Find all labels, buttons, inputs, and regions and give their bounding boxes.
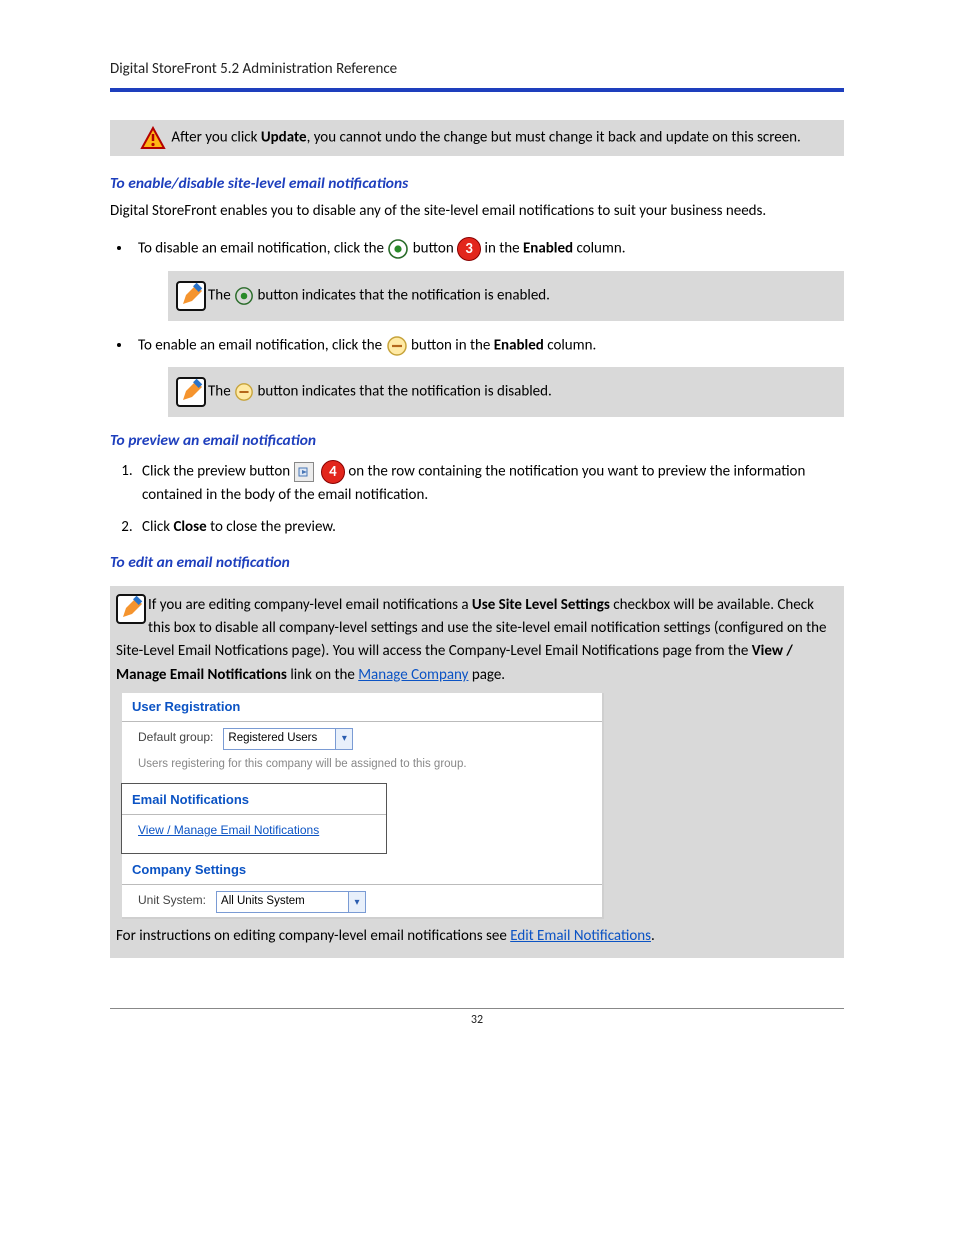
section-enable-disable-heading: To enable/disable site-level email notif… xyxy=(110,174,844,193)
ss-default-group-label: Default group: xyxy=(138,730,213,744)
disabled-toggle-icon xyxy=(386,335,408,357)
ss-unit-system-label: Unit System: xyxy=(138,893,206,907)
page-number: 32 xyxy=(471,1013,483,1027)
section-edit-heading: To edit an email notification xyxy=(110,553,844,572)
pencil-icon xyxy=(176,377,206,407)
chevron-down-icon: ▾ xyxy=(335,729,352,749)
ss-view-manage-link[interactable]: View / Manage Email Notifications xyxy=(138,823,319,837)
callout-badge-4: 4 xyxy=(321,460,345,484)
edit-notification-callout: If you are editing company-level email n… xyxy=(110,586,844,959)
pencil-icon xyxy=(176,281,206,311)
section-intro: Digital StoreFront enables you to disabl… xyxy=(110,201,844,223)
note-enabled: The button indicates that the notificati… xyxy=(168,271,844,321)
update-warning-callout: After you click Update, you cannot undo … xyxy=(110,120,844,156)
ss-company-settings-title: Company Settings xyxy=(122,854,602,880)
warning-icon xyxy=(140,126,166,150)
chevron-down-icon: ▾ xyxy=(348,892,365,912)
preview-step-1: Click the preview button 4 on the row co… xyxy=(136,460,844,507)
disabled-toggle-icon xyxy=(234,382,254,402)
ss-email-notifications-title: Email Notifications xyxy=(122,784,386,810)
header-rule xyxy=(110,88,844,92)
page-footer: 32 xyxy=(110,1008,844,1027)
ss-unit-system-select[interactable]: All Units System ▾ xyxy=(216,891,366,913)
edit-email-notifications-link[interactable]: Edit Email Notifications xyxy=(510,927,651,945)
preview-icon xyxy=(294,462,314,482)
enabled-toggle-icon xyxy=(234,286,254,306)
note-disabled: The button indicates that the notificati… xyxy=(168,367,844,417)
ss-default-group-select[interactable]: Registered Users ▾ xyxy=(223,728,353,750)
callout-badge-3: 3 xyxy=(457,237,481,261)
bullet-disable: To disable an email notification, click … xyxy=(132,237,844,321)
manage-company-link[interactable]: Manage Company xyxy=(358,666,468,684)
ss-user-registration-title: User Registration xyxy=(122,693,602,717)
page-header-title: Digital StoreFront 5.2 Administration Re… xyxy=(110,60,844,78)
company-settings-screenshot: User Registration Default group: Registe… xyxy=(122,693,604,919)
pencil-icon xyxy=(116,594,146,624)
enabled-toggle-icon xyxy=(387,238,409,260)
ss-default-group-hint: Users registering for this company will … xyxy=(138,756,592,774)
section-preview-heading: To preview an email notification xyxy=(110,431,844,450)
warning-text: After you click Update, you cannot undo … xyxy=(171,129,800,147)
bullet-enable: To enable an email notification, click t… xyxy=(132,335,844,417)
preview-step-2: Click Close to close the preview. xyxy=(136,516,844,539)
